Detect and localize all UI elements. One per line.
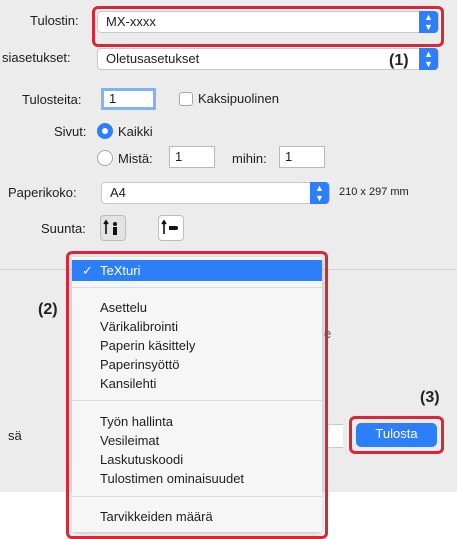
pages-from-field[interactable]: 1 bbox=[169, 146, 215, 168]
pages-range-radio[interactable] bbox=[97, 150, 113, 166]
paper-size-value: A4 bbox=[110, 185, 126, 200]
pages-to-field[interactable]: 1 bbox=[279, 146, 325, 168]
pages-to-label: mihin: bbox=[232, 151, 267, 166]
callout-1: (1) bbox=[389, 52, 409, 69]
landscape-orientation-button[interactable] bbox=[158, 215, 184, 241]
duplex-label: Kaksipuolinen bbox=[198, 91, 279, 106]
pages-all-label: Kaikki bbox=[118, 124, 153, 139]
portrait-icon bbox=[103, 219, 117, 235]
pages-from-label: Mistä: bbox=[118, 151, 153, 166]
footer-left-text: sä bbox=[8, 428, 22, 443]
paper-size-label: Paperikoko: bbox=[8, 185, 77, 200]
copies-field[interactable]: 1 bbox=[101, 88, 156, 110]
highlight-box-3 bbox=[349, 416, 444, 454]
chevron-updown-icon: ▲ ▼ bbox=[310, 182, 329, 204]
presets-label: siasetukset: bbox=[2, 50, 71, 65]
callout-2: (2) bbox=[38, 301, 58, 318]
highlight-box-2 bbox=[66, 251, 328, 539]
chevron-updown-icon: ▲ ▼ bbox=[419, 48, 438, 70]
pages-label: Sivut: bbox=[54, 124, 87, 139]
paper-size-select[interactable]: A4 ▲ ▼ bbox=[101, 182, 330, 204]
highlight-box-1 bbox=[92, 6, 444, 47]
printer-label: Tulostin: bbox=[30, 13, 79, 28]
copies-label: Tulosteita: bbox=[22, 92, 82, 107]
duplex-checkbox[interactable] bbox=[179, 92, 193, 106]
landscape-icon bbox=[161, 219, 178, 234]
portrait-orientation-button[interactable] bbox=[100, 215, 126, 241]
paper-dimensions: 210 x 297 mm bbox=[339, 186, 409, 198]
orientation-label: Suunta: bbox=[41, 221, 86, 236]
callout-3: (3) bbox=[420, 389, 440, 406]
pages-all-radio[interactable] bbox=[97, 123, 113, 139]
presets-value: Oletusasetukset bbox=[106, 51, 200, 66]
presets-select[interactable]: Oletusasetukset ▲ ▼ bbox=[97, 48, 439, 70]
